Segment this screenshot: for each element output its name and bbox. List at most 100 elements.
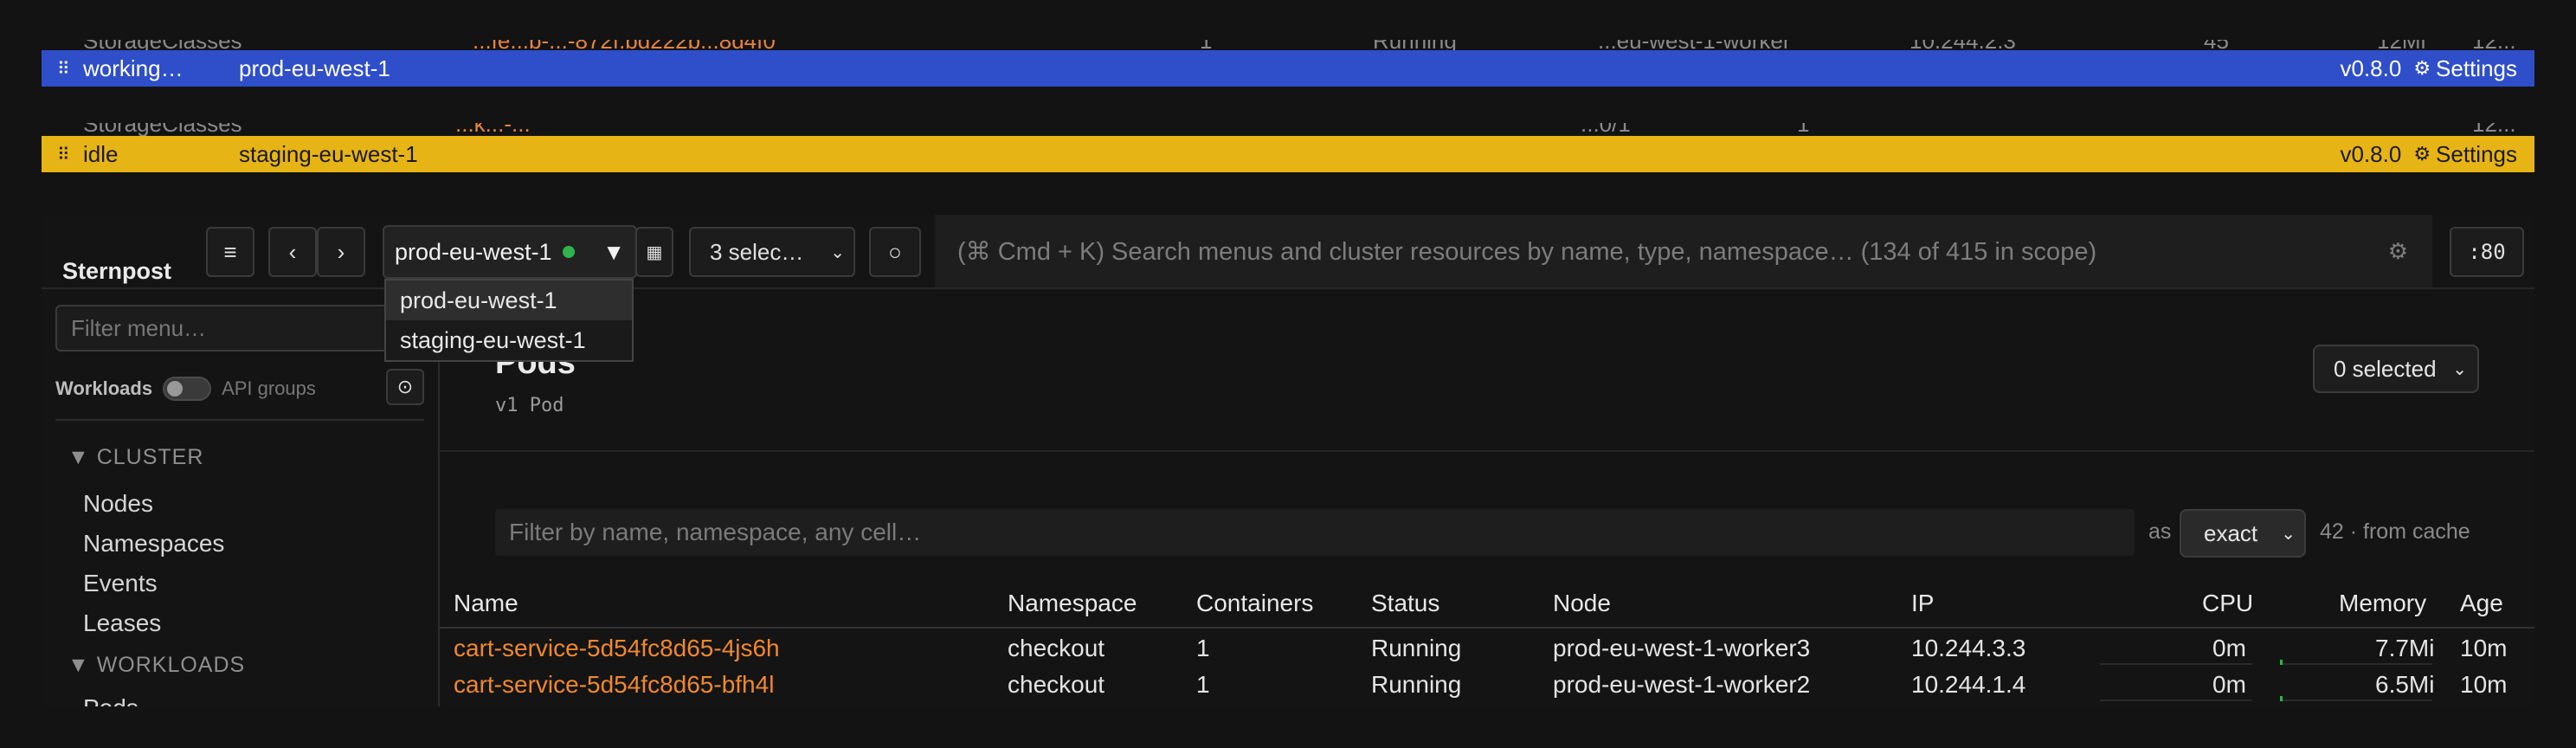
sidebar-item-pods[interactable]: Pods [83, 694, 138, 706]
settings-button[interactable]: ⚙ Settings [2413, 141, 2517, 168]
port-badge[interactable]: :80 [2450, 227, 2524, 277]
sidebar-item-nodes[interactable]: Nodes [83, 490, 153, 518]
back-button[interactable]: ‹ [268, 227, 317, 277]
search-settings-icon[interactable]: ⚙ [2388, 238, 2408, 265]
forward-button[interactable]: › [317, 227, 365, 277]
section-cluster[interactable]: ▼ CLUSTER [68, 445, 203, 470]
cell-containers: 1 [1196, 635, 1210, 661]
memory-usage-bar [2280, 663, 2432, 665]
context-select[interactable]: prod-eu-west-1 ▼ [383, 225, 637, 279]
columns-button[interactable]: ▦ [635, 227, 673, 277]
cell-containers: 1 [1196, 671, 1210, 698]
sidebar-item-events[interactable]: Events [83, 570, 158, 597]
memory-usage-mark [2280, 696, 2283, 701]
sidebar-toggle-row: Workloads API groups [55, 374, 316, 403]
chevron-left-icon: ‹ [288, 238, 297, 265]
match-mode-value: exact [2204, 519, 2258, 546]
cell-status: Running [1371, 671, 1462, 698]
chevron-down-icon: ⌄ [2281, 524, 2296, 544]
context-option[interactable]: prod-eu-west-1 [386, 280, 632, 320]
pod-name-link[interactable]: cart-service-5d54fc8d65-bfh4l [454, 671, 774, 699]
drag-handle-icon[interactable]: ⠿ [57, 58, 83, 80]
column-header-node[interactable]: Node [1553, 590, 1611, 617]
context-dropdown-menu: prod-eu-west-1 staging-eu-west-1 [384, 279, 634, 362]
status-state: idle [83, 140, 119, 167]
pod-name-link[interactable]: cart-service-5d54fc8d65-4js6h [454, 635, 780, 662]
title-divider [440, 450, 2534, 452]
chevron-down-icon: ⌄ [2452, 359, 2467, 379]
section-workloads[interactable]: ▼ WORKLOADS [68, 653, 245, 678]
cell-namespace: checkout [1008, 635, 1105, 661]
command-search[interactable]: (⌘ Cmd + K) Search menus and cluster res… [935, 215, 2432, 287]
sidebar-divider-line [55, 419, 424, 421]
column-header-status[interactable]: Status [1371, 590, 1439, 617]
caret-down-icon[interactable]: ▼ [602, 239, 625, 266]
column-header-ip[interactable]: IP [1911, 590, 1934, 617]
column-header-name[interactable]: Name [454, 590, 518, 617]
hamburger-icon: ≡ [223, 238, 237, 265]
cell-status: Running [1371, 635, 1462, 661]
column-header-namespace[interactable]: Namespace [1008, 590, 1137, 617]
cell-node: prod-eu-west-1-worker2 [1553, 671, 1811, 698]
menu-filter-placeholder: Filter menu… [71, 314, 207, 341]
selection-dropdown[interactable]: 0 selected ⌄ [2313, 345, 2479, 393]
search-placeholder: (⌘ Cmd + K) Search menus and cluster res… [957, 237, 2097, 266]
cell-cpu: 0m [2212, 671, 2246, 698]
settings-label: Settings [2436, 140, 2517, 167]
table-header-divider [440, 627, 2534, 629]
context-option[interactable]: staging-eu-west-1 [386, 320, 632, 360]
column-header-cpu[interactable]: CPU [2202, 590, 2253, 617]
column-header-memory[interactable]: Memory [2339, 590, 2426, 617]
ghost-cell: ...k...-... [455, 123, 531, 137]
window-statusbar: ⠿ working… prod-eu-west-1 v0.8.0 ⚙ Setti… [42, 50, 2534, 87]
columns-icon: ▦ [646, 242, 663, 262]
namespace-select-value: 3 selec… [710, 238, 804, 265]
version-label: v0.8.0 [2340, 140, 2402, 167]
namespace-select[interactable]: 3 selec… ⌄ [689, 227, 855, 277]
version-label: v0.8.0 [2340, 55, 2402, 81]
match-mode-select[interactable]: exact ⌄ [2180, 509, 2306, 558]
memory-usage-mark [2280, 660, 2283, 665]
row-count: 42 · from cache [2320, 519, 2470, 544]
cell-cpu: 0m [2212, 635, 2246, 661]
status-context: prod-eu-west-1 [239, 55, 390, 81]
ghost-cell: ...0/1 [1581, 123, 1631, 137]
circle-button[interactable]: ○ [869, 227, 921, 277]
sidebar-item-leases[interactable]: Leases [83, 609, 161, 637]
cell-namespace: checkout [1008, 671, 1105, 698]
app-brand: Sternpost [62, 258, 172, 284]
sidebar-item-namespaces[interactable]: Namespaces [83, 530, 224, 558]
cpu-usage-bar [2100, 700, 2252, 701]
circle-icon: ○ [888, 238, 902, 265]
cell-age: 10m [2460, 635, 2508, 661]
menu-button[interactable]: ≡ [206, 227, 254, 277]
menu-filter-input[interactable]: Filter menu… [55, 305, 419, 351]
cell-ip: 10.244.3.3 [1911, 635, 2026, 661]
context-status-dot [562, 246, 575, 258]
background-window-row: StorageClasses ...k...-... ...0/1 1 12..… [83, 123, 2541, 137]
sidebar-clip: Pods [83, 693, 429, 706]
status-context: staging-eu-west-1 [239, 140, 418, 167]
sidebar-collapse-button[interactable]: ⊙ [386, 369, 424, 405]
table-filter-placeholder: Filter by name, namespace, any cell… [509, 519, 922, 545]
column-header-age[interactable]: Age [2460, 590, 2503, 617]
cell-memory: 7.7Mi [2375, 635, 2435, 661]
ghost-cell: 1 [1797, 123, 1810, 137]
api-groups-label: API groups [222, 377, 316, 399]
cell-node: prod-eu-west-1-worker3 [1553, 635, 1811, 661]
cell-ip: 10.244.1.4 [1911, 671, 2026, 698]
ghost-cell: StorageClasses [83, 123, 242, 137]
page-footer-space [0, 706, 2576, 748]
table-filter-input[interactable]: Filter by name, namespace, any cell… [495, 509, 2135, 556]
drag-handle-icon[interactable]: ⠿ [57, 144, 83, 165]
cpu-usage-bar [2100, 663, 2252, 665]
selection-dropdown-value: 0 selected [2334, 355, 2437, 382]
cell-age: 10m [2460, 671, 2508, 698]
api-groups-toggle[interactable] [163, 377, 212, 401]
settings-button[interactable]: ⚙ Settings [2413, 55, 2517, 82]
chevron-right-icon: › [337, 238, 345, 265]
cell-memory: 6.5Mi [2375, 671, 2435, 698]
context-select-value: prod-eu-west-1 [395, 238, 552, 265]
column-header-containers[interactable]: Containers [1196, 590, 1313, 617]
target-icon: ⊙ [396, 376, 414, 397]
